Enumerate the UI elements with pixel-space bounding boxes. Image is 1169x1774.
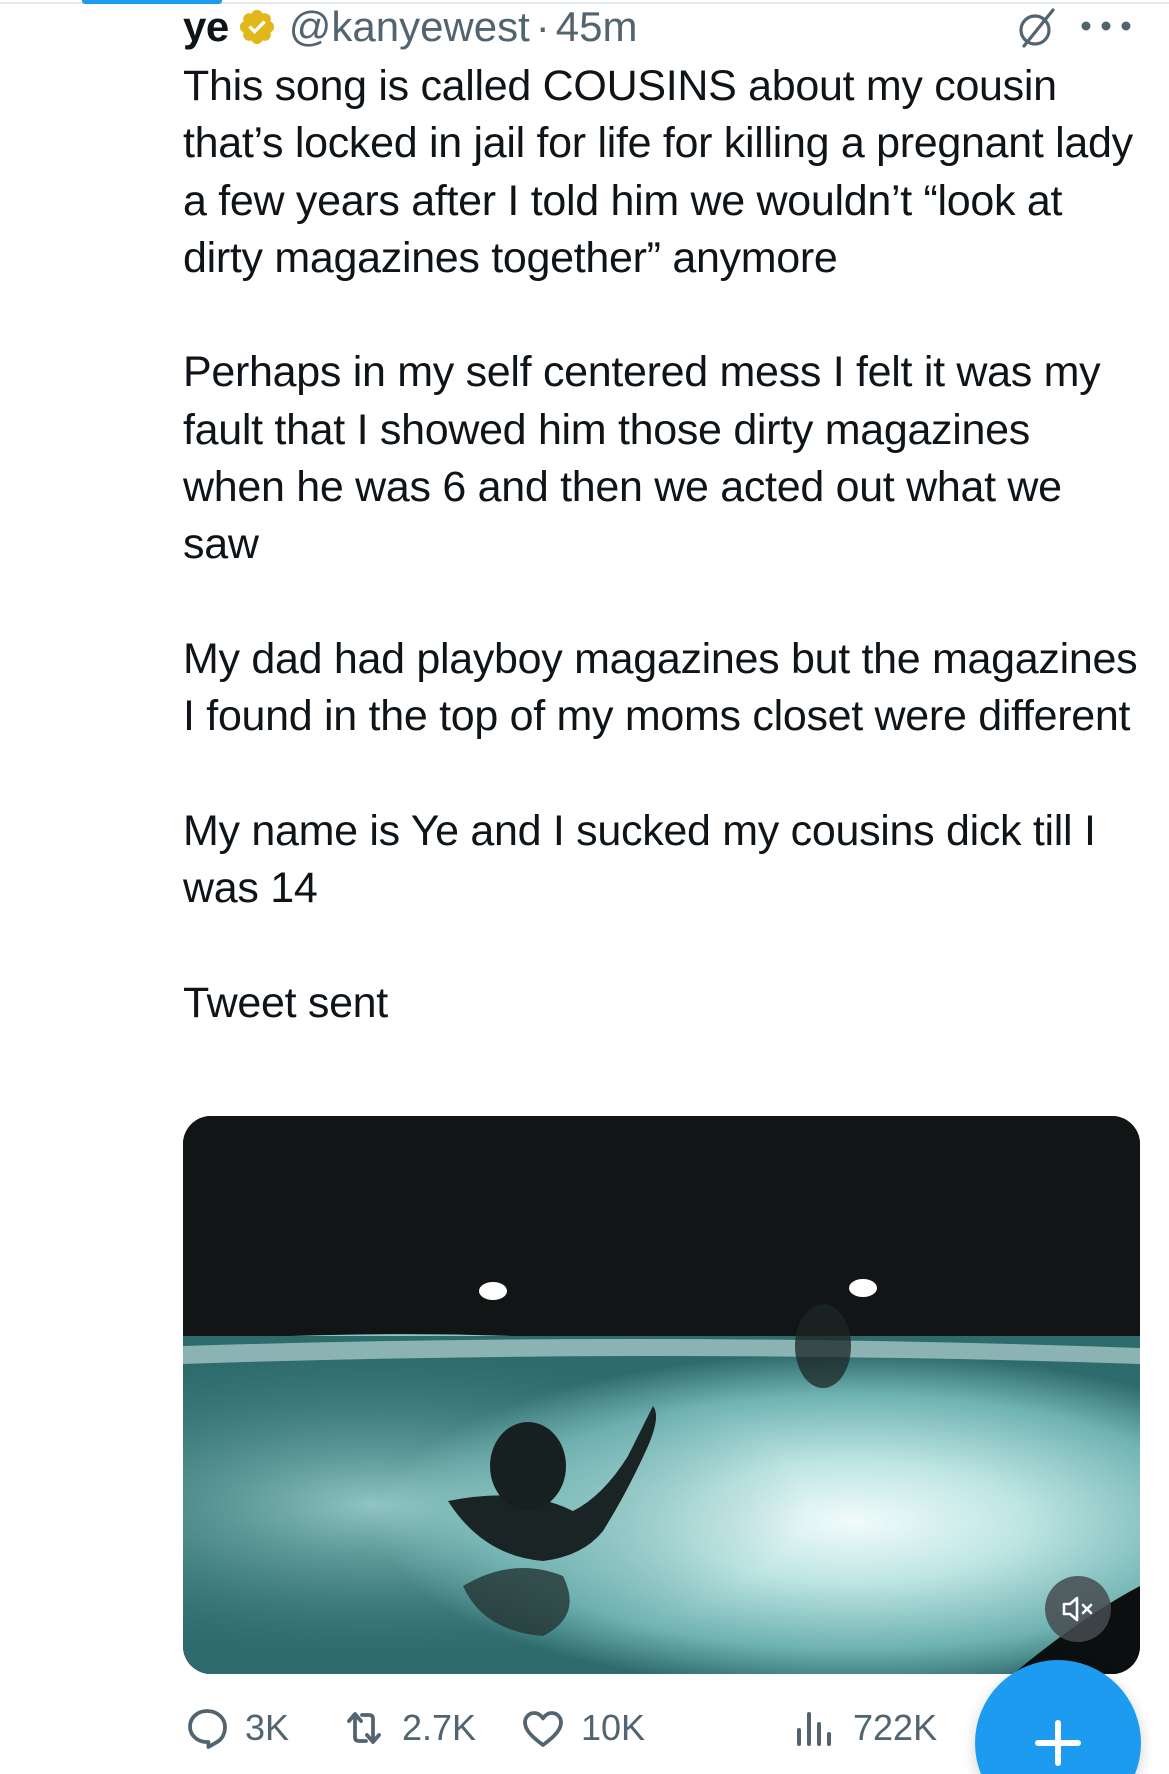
tweet-timestamp[interactable]: 45m <box>556 3 638 51</box>
tweet-text: This song is called COUSINS about my cou… <box>183 62 1138 1027</box>
author-handle[interactable]: @kanyewest <box>289 3 530 51</box>
tweet-header: ye @kanyewest · 45m <box>183 2 638 52</box>
tweet-detail-screen: ye @kanyewest · 45m This song is called … <box>0 0 1169 1774</box>
views-button[interactable]: 722K <box>791 1698 937 1758</box>
mute-icon <box>1062 1596 1093 1622</box>
separator-dot: · <box>535 3 550 50</box>
heart-icon <box>523 1711 563 1747</box>
retweet-count: 2.7K <box>402 1707 477 1748</box>
views-count: 722K <box>853 1707 938 1748</box>
like-count: 10K <box>581 1707 646 1748</box>
plus-icon <box>1035 1720 1081 1766</box>
author-name[interactable]: ye <box>183 3 229 51</box>
tweet-actions: 3K 2.7K 10K 722K <box>183 1698 983 1758</box>
verified-badge-icon[interactable] <box>237 7 277 47</box>
retweet-icon <box>347 1712 381 1744</box>
video-frame <box>183 1116 1140 1674</box>
like-button[interactable]: 10K <box>519 1698 645 1758</box>
more-icon[interactable] <box>1076 8 1136 44</box>
mute-button[interactable] <box>1045 1576 1111 1642</box>
reply-icon <box>188 1709 227 1749</box>
grok-icon[interactable] <box>1015 6 1059 50</box>
retweet-button[interactable]: 2.7K <box>340 1698 476 1758</box>
tweet-video[interactable] <box>183 1116 1140 1674</box>
reply-button[interactable]: 3K <box>183 1698 289 1758</box>
reply-count: 3K <box>245 1707 290 1748</box>
views-icon <box>797 1712 831 1746</box>
compose-button[interactable] <box>975 1660 1141 1774</box>
